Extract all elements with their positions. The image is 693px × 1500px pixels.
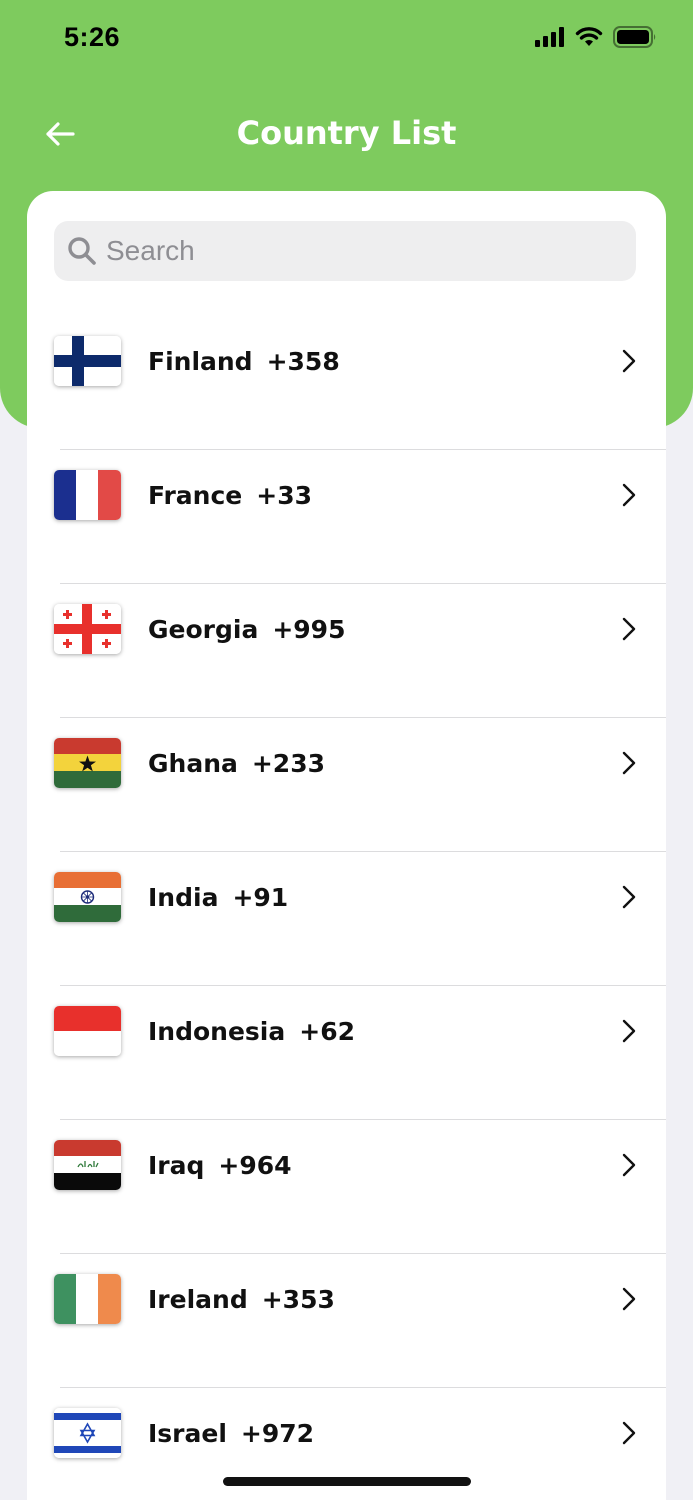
ireland-flag-icon <box>54 1274 121 1324</box>
dial-code: +62 <box>299 1017 355 1046</box>
country-name: India <box>148 883 219 912</box>
dial-code: +33 <box>256 481 313 510</box>
indonesia-flag-icon <box>54 1006 121 1056</box>
navigation-bar: Country List <box>0 100 693 170</box>
chevron-right-icon <box>622 1153 636 1177</box>
ghana-flag-icon <box>54 738 121 788</box>
chevron-right-icon <box>622 1287 636 1311</box>
country-name: Iraq <box>148 1151 205 1180</box>
dial-code: +353 <box>261 1285 335 1314</box>
country-row-indonesia[interactable]: Indonesia +62 <box>27 986 666 1120</box>
country-row-ghana[interactable]: Ghana +233 <box>27 718 666 852</box>
country-label: Israel +972 <box>148 1419 314 1448</box>
country-label: Iraq +964 <box>148 1151 292 1180</box>
wifi-icon <box>575 27 603 46</box>
georgia-flag-icon <box>54 604 121 654</box>
country-row-france[interactable]: France +33 <box>27 450 666 584</box>
chevron-right-icon <box>622 483 636 507</box>
status-time: 5:26 <box>64 22 121 52</box>
country-name: Georgia <box>148 615 259 644</box>
country-name: Indonesia <box>148 1017 286 1046</box>
country-label: Indonesia +62 <box>148 1017 355 1046</box>
country-label: Ireland +353 <box>148 1285 335 1314</box>
country-label: India +91 <box>148 883 288 912</box>
dial-code: +964 <box>218 1151 292 1180</box>
country-row-iraq[interactable]: Iraq +964 <box>27 1120 666 1254</box>
dial-code: +91 <box>232 883 289 912</box>
country-row-georgia[interactable]: Georgia +995 <box>27 584 666 718</box>
country-label: Finland +358 <box>148 347 340 376</box>
iraq-flag-icon <box>54 1140 121 1190</box>
country-list: Finland +358 France +33 Georgia +995 Gha… <box>27 316 666 1500</box>
battery-icon <box>613 26 656 48</box>
country-name: Ireland <box>148 1285 248 1314</box>
country-name: Israel <box>148 1419 227 1448</box>
cellular-signal-icon <box>535 27 564 47</box>
france-flag-icon <box>54 470 121 520</box>
chevron-right-icon <box>622 751 636 775</box>
search-input[interactable] <box>106 221 626 281</box>
page-title: Country List <box>236 114 457 152</box>
dial-code: +995 <box>272 615 346 644</box>
status-bar: 5:26 <box>0 0 693 80</box>
dial-code: +358 <box>266 347 340 376</box>
dial-code: +233 <box>251 749 325 778</box>
india-flag-icon <box>54 872 121 922</box>
search-bar[interactable] <box>54 221 636 281</box>
country-name: Ghana <box>148 749 238 778</box>
chevron-right-icon <box>622 1421 636 1445</box>
country-list-card: Finland +358 France +33 <box>27 191 666 1500</box>
country-row-india[interactable]: India +91 <box>27 852 666 986</box>
country-label: Georgia +995 <box>148 615 345 644</box>
status-icons <box>535 26 657 48</box>
country-label: France +33 <box>148 481 312 510</box>
israel-flag-icon <box>54 1408 121 1458</box>
country-row-ireland[interactable]: Ireland +353 <box>27 1254 666 1388</box>
dial-code: +972 <box>240 1419 315 1448</box>
country-name: Finland <box>148 347 253 376</box>
country-row-finland[interactable]: Finland +358 <box>27 316 666 450</box>
chevron-right-icon <box>622 885 636 909</box>
chevron-right-icon <box>622 1019 636 1043</box>
chevron-right-icon <box>622 349 636 373</box>
chevron-right-icon <box>622 617 636 641</box>
search-icon <box>68 237 96 265</box>
country-label: Ghana +233 <box>148 749 325 778</box>
home-indicator <box>223 1477 471 1486</box>
finland-flag-icon <box>54 336 121 386</box>
country-name: France <box>148 481 243 510</box>
